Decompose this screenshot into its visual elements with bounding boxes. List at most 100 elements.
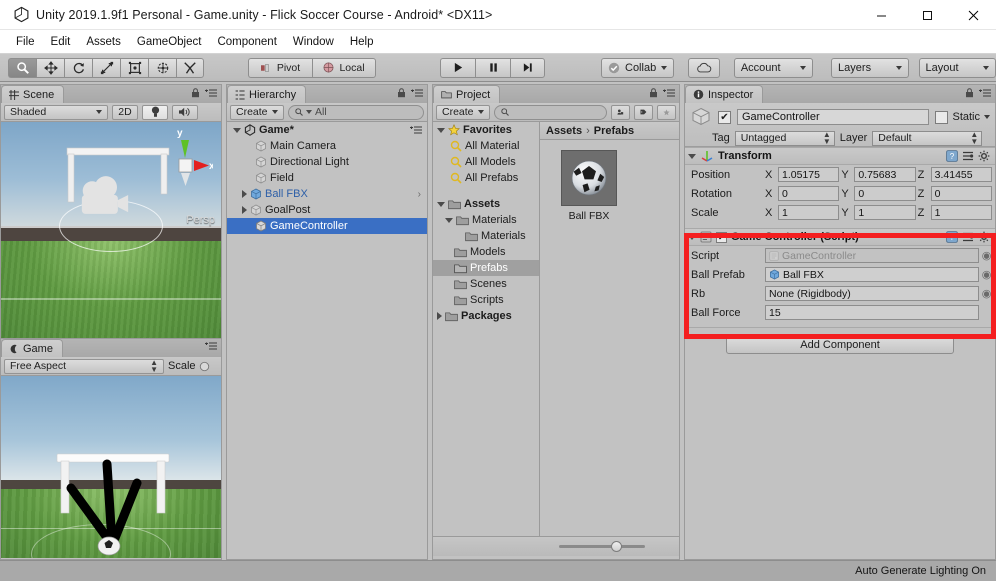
project-item-scenes[interactable]: Scenes [433, 276, 539, 292]
position-z-input[interactable]: 3.41455 [930, 167, 992, 182]
hierarchy-item-gamecontroller[interactable]: GameController [227, 218, 427, 234]
hierarchy-search-input[interactable]: All [288, 104, 424, 120]
menu-gameobject[interactable]: GameObject [129, 33, 210, 51]
rect-transform-tool-button[interactable] [120, 57, 148, 78]
rotation-x-input[interactable]: 0 [778, 186, 840, 201]
object-enabled-checkbox[interactable]: ✔ [718, 110, 731, 124]
project-item-materials-sub[interactable]: Materials [433, 228, 539, 244]
scene-viewport[interactable]: Persp y x [1, 122, 221, 338]
menu-component[interactable]: Component [209, 33, 284, 51]
chevron-down-icon[interactable] [437, 127, 445, 133]
project-item-models[interactable]: Models [433, 244, 539, 260]
project-item-assets[interactable]: Assets [433, 196, 539, 212]
chevron-right-icon[interactable] [242, 206, 247, 214]
play-button[interactable] [440, 57, 475, 78]
tag-dropdown[interactable]: Untagged ▲ ▼ [734, 130, 835, 146]
menu-file[interactable]: File [8, 33, 43, 51]
chevron-down-icon[interactable] [688, 234, 696, 240]
close-button[interactable] [950, 0, 996, 30]
chevron-down-icon[interactable] [445, 217, 453, 223]
object-picker-icon[interactable]: ◉ [981, 268, 992, 281]
component-header-game-controller[interactable]: ✔ Game Controller (Script) ? [685, 228, 995, 246]
object-name-input[interactable]: GameController [737, 109, 930, 125]
help-icon[interactable]: ? [946, 231, 958, 243]
chevron-down-icon[interactable] [984, 115, 990, 119]
preset-icon[interactable] [962, 150, 974, 162]
shading-mode-dropdown[interactable]: Shaded [4, 104, 108, 120]
chevron-right-icon[interactable] [242, 190, 247, 198]
object-picker-icon[interactable]: ◉ [981, 249, 992, 262]
scene-audio-toggle[interactable] [172, 104, 198, 120]
add-component-button[interactable]: Add Component [726, 336, 954, 354]
hierarchy-item-goalpost[interactable]: GoalPost [227, 202, 427, 218]
hierarchy-item-game-scene[interactable]: Game* [227, 122, 427, 138]
project-asset-browser[interactable]: Assets › Prefabs Ball FBX [540, 122, 679, 536]
layers-dropdown[interactable]: Layers [831, 57, 909, 78]
minimize-button[interactable] [858, 0, 904, 30]
pause-button[interactable] [475, 57, 510, 78]
rotation-y-input[interactable]: 0 [854, 186, 916, 201]
project-create-button[interactable]: Create [436, 104, 490, 120]
script-object-field[interactable]: GameController [765, 248, 979, 263]
scene-lighting-toggle[interactable] [142, 104, 168, 120]
maximize-button[interactable] [904, 0, 950, 30]
tab-project[interactable]: Project [433, 85, 501, 103]
search-by-label-button[interactable] [634, 104, 653, 120]
menu-edit[interactable]: Edit [43, 33, 79, 51]
project-folder-tree[interactable]: Favorites All Material All Models All Pr… [433, 122, 540, 536]
account-dropdown[interactable]: Account [733, 57, 814, 78]
local-button[interactable]: Local [312, 57, 376, 78]
project-item-materials[interactable]: Materials [433, 212, 539, 228]
tab-hierarchy[interactable]: Hierarchy [227, 85, 307, 103]
static-toggle-group[interactable]: Static [935, 110, 990, 124]
main-camera-gizmo-icon[interactable] [75, 176, 135, 226]
menu-assets[interactable]: Assets [78, 33, 129, 51]
asset-item-ball-fbx[interactable]: Ball FBX [554, 150, 624, 222]
tab-inspector[interactable]: Inspector [685, 85, 764, 103]
tab-scene[interactable]: Scene [1, 85, 65, 103]
project-item-favorites[interactable]: Favorites [433, 122, 539, 138]
tab-game[interactable]: Game [1, 339, 63, 357]
rb-object-field[interactable]: None (Rigidbody) [765, 286, 979, 301]
hierarchy-item-directional-light[interactable]: Directional Light [227, 154, 427, 170]
project-item-prefabs[interactable]: Prefabs [433, 260, 539, 276]
ball-force-input[interactable]: 15 [765, 305, 979, 320]
menu-help[interactable]: Help [342, 33, 382, 51]
prefab-open-arrow-icon[interactable]: › [418, 189, 421, 200]
rotation-z-input[interactable]: 0 [930, 186, 992, 201]
game-viewport[interactable] [1, 376, 221, 558]
rotate-tool-button[interactable] [64, 57, 92, 78]
hierarchy-item-ball-fbx[interactable]: Ball FBX › [227, 186, 427, 202]
chevron-down-icon[interactable] [688, 153, 696, 159]
hierarchy-item-field[interactable]: Field [227, 170, 427, 186]
project-item-all-models[interactable]: All Models [433, 154, 539, 170]
preset-icon[interactable] [962, 231, 974, 243]
project-item-packages[interactable]: Packages [433, 308, 539, 324]
component-header-transform[interactable]: Transform ? [685, 147, 995, 165]
project-item-scripts[interactable]: Scripts [433, 292, 539, 308]
ball-prefab-object-field[interactable]: Ball FBX [765, 267, 979, 282]
project-item-all-prefabs[interactable]: All Prefabs [433, 170, 539, 186]
asset-zoom-slider-knob[interactable] [611, 541, 622, 552]
project-item-all-material[interactable]: All Material [433, 138, 539, 154]
component-enabled-checkbox[interactable]: ✔ [716, 231, 727, 243]
step-button[interactable] [510, 57, 545, 78]
scene-orientation-gizmo[interactable]: y x [153, 126, 213, 200]
scale-tool-button[interactable] [92, 57, 120, 78]
breadcrumb-assets[interactable]: Assets [546, 125, 582, 137]
scale-x-input[interactable]: 1 [778, 205, 840, 220]
favorites-button[interactable] [657, 104, 676, 120]
object-picker-icon[interactable]: ◉ [981, 287, 992, 300]
panel-menu-icon[interactable] [410, 126, 422, 134]
game-scale-control[interactable]: Scale [168, 360, 210, 372]
gear-icon[interactable] [978, 231, 990, 243]
scale-y-input[interactable]: 1 [854, 205, 916, 220]
chevron-down-icon[interactable] [233, 127, 241, 133]
collab-dropdown[interactable]: Collab [601, 57, 675, 78]
layer-dropdown[interactable]: Default ▲ ▼ [872, 130, 983, 146]
breadcrumb-prefabs[interactable]: Prefabs [594, 125, 634, 137]
search-by-type-button[interactable] [611, 104, 630, 120]
toggle-2d-button[interactable]: 2D [112, 104, 138, 120]
asset-zoom-slider[interactable] [559, 541, 645, 552]
project-search-input[interactable] [494, 104, 607, 120]
